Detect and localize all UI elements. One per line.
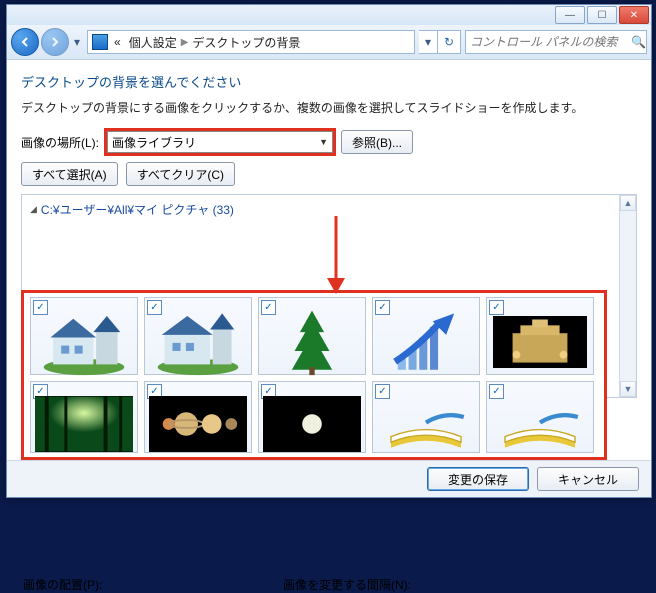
clear-all-button[interactable]: すべてクリア(C) <box>126 162 235 186</box>
page-description: デスクトップの背景にする画像をクリックするか、複数の画像を選択してスライドショー… <box>21 99 637 116</box>
change-interval-label: 画像を変更する間隔(N): <box>283 576 543 593</box>
selection-buttons: すべて選択(A) すべてクリア(C) <box>21 162 637 186</box>
thumbnail-image <box>149 396 247 452</box>
search-box[interactable]: 🔍 <box>465 30 647 54</box>
address-dropdown[interactable]: ▾ <box>419 30 438 54</box>
thumbnail-image <box>379 316 473 368</box>
moon-photo-icon <box>263 396 361 452</box>
thumbnail-item[interactable]: ✓ <box>30 297 138 375</box>
thumbnail-item[interactable]: ✓ <box>258 297 366 375</box>
thumbnail-item[interactable]: ✓ <box>258 381 366 453</box>
breadcrumb-item[interactable]: デスクトップの背景 <box>192 34 300 51</box>
house-icon <box>37 308 131 375</box>
book-icon <box>491 389 589 459</box>
house-icon <box>151 308 245 375</box>
thumbnail-item[interactable]: ✓ <box>144 381 252 453</box>
forward-button[interactable] <box>41 28 69 56</box>
address-bar[interactable]: « 個人設定 ▶ デスクトップの背景 <box>87 30 415 54</box>
search-input[interactable] <box>466 35 631 49</box>
thumbnail-image <box>263 396 361 452</box>
cancel-button[interactable]: キャンセル <box>537 467 639 491</box>
maximize-button[interactable]: ☐ <box>587 6 617 24</box>
book-icon <box>377 389 475 459</box>
thumbnail-checkbox[interactable]: ✓ <box>489 300 504 315</box>
vertical-scrollbar[interactable]: ▲ ▼ <box>619 195 636 397</box>
location-combobox[interactable]: 画像ライブラリ ▼ <box>107 131 333 153</box>
nav-bar: ▾ « 個人設定 ▶ デスクトップの背景 ▾ ↻ 🔍 <box>7 25 651 60</box>
titlebar: — ☐ ✕ <box>7 5 651 25</box>
chevron-right-icon: ▶ <box>181 37 189 48</box>
thumbnail-image <box>493 316 587 368</box>
footer-bar: 変更の保存 キャンセル <box>7 460 651 497</box>
picture-position-label: 画像の配置(P): <box>23 576 283 593</box>
close-button[interactable]: ✕ <box>619 6 649 24</box>
group-header[interactable]: ◢ C:¥ユーザー¥All¥マイ ピクチャ (33) <box>30 201 613 218</box>
location-row: 画像の場所(L): 画像ライブラリ ▼ 参照(B)... <box>21 130 637 154</box>
breadcrumb-prefix: « <box>114 35 121 49</box>
arrow-right-icon <box>49 36 61 48</box>
control-panel-icon <box>92 34 108 50</box>
chevron-down-icon: ▼ <box>319 137 328 147</box>
tree-icon <box>265 308 359 375</box>
thumbnail-item[interactable]: ✓ <box>486 381 594 453</box>
thumbnail-image <box>151 316 245 368</box>
content-area: デスクトップの背景を選んでください デスクトップの背景にする画像をクリックするか… <box>7 60 651 460</box>
thumbnail-item[interactable]: ✓ <box>372 381 480 453</box>
thumbnail-image <box>265 316 359 368</box>
palace-photo-icon <box>493 316 587 368</box>
thumbnail-image <box>35 396 133 452</box>
bottom-options: 画像の配置(P): 画像を変更する間隔(N): <box>21 576 637 593</box>
scroll-up-button[interactable]: ▲ <box>620 195 636 211</box>
minimize-button[interactable]: — <box>555 6 585 24</box>
arrow-left-icon <box>19 36 31 48</box>
forest-photo-icon <box>35 396 133 452</box>
refresh-button[interactable]: ↻ <box>438 30 461 54</box>
location-value: 画像ライブラリ <box>112 134 196 151</box>
collapse-icon[interactable]: ◢ <box>30 204 37 215</box>
scroll-down-button[interactable]: ▼ <box>620 381 636 397</box>
thumbnail-image <box>491 396 589 452</box>
thumbnail-image <box>377 396 475 452</box>
thumbnail-image <box>37 316 131 368</box>
thumbnail-item[interactable]: ✓ <box>144 297 252 375</box>
browse-button[interactable]: 参照(B)... <box>341 130 413 154</box>
planets-photo-icon <box>149 396 247 452</box>
thumbnail-item[interactable]: ✓ <box>486 297 594 375</box>
nav-history-dropdown[interactable]: ▾ <box>71 32 83 52</box>
location-label: 画像の場所(L): <box>21 134 99 151</box>
select-all-button[interactable]: すべて選択(A) <box>21 162 118 186</box>
nav-arrows: ▾ <box>11 28 83 56</box>
thumbnail-grid-highlight: ✓ ✓ <box>21 290 607 460</box>
arrow-chart-icon <box>379 308 473 375</box>
window-frame: — ☐ ✕ ▾ « 個人設定 ▶ デスクトップの背景 ▾ ↻ 🔍 <box>6 4 652 498</box>
group-path: C:¥ユーザー¥All¥マイ ピクチャ (33) <box>41 201 234 218</box>
page-title: デスクトップの背景を選んでください <box>21 72 637 91</box>
save-changes-button[interactable]: 変更の保存 <box>427 467 529 491</box>
breadcrumb-item[interactable]: 個人設定 <box>129 34 177 51</box>
search-icon[interactable]: 🔍 <box>631 35 646 49</box>
thumbnail-item[interactable]: ✓ <box>372 297 480 375</box>
back-button[interactable] <box>11 28 39 56</box>
thumbnail-item[interactable]: ✓ <box>30 381 138 453</box>
